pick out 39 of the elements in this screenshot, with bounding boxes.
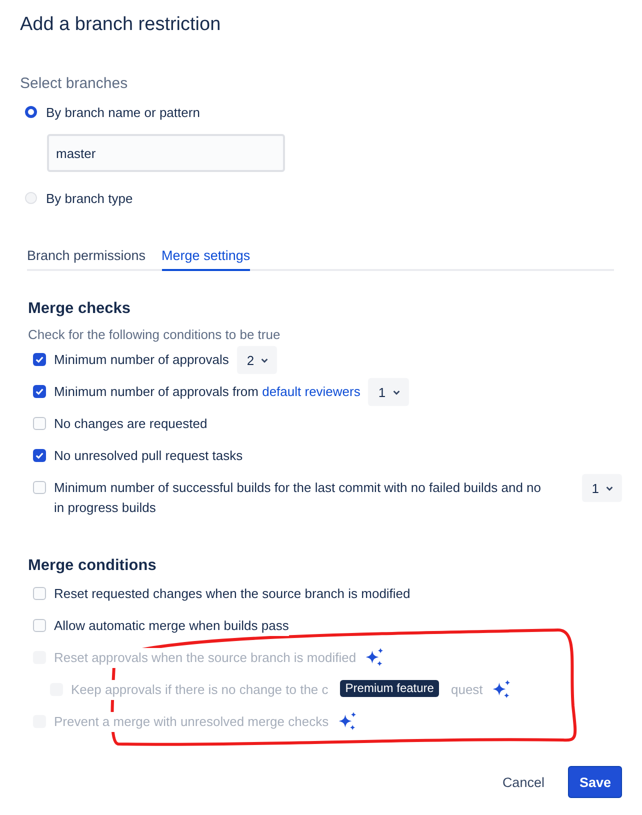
default-reviewers-link[interactable]: default reviewers [262,384,360,399]
checkbox[interactable] [33,417,46,430]
save-button[interactable]: Save [568,766,622,798]
section-heading: Select branches [20,74,129,94]
count-dropdown[interactable]: 1 [368,378,409,406]
tooltip: Premium feature [340,680,439,697]
checkmark-icon [35,355,44,364]
tab[interactable]: Merge settings [162,248,250,271]
count-dropdown[interactable]: 2 [236,346,278,374]
option-label: Prevent a merge with unresolved merge checks [54,712,329,732]
section-description: Check for the following conditions to be true [28,327,282,342]
chevron-down-icon [605,484,614,492]
tab[interactable]: Branch permissions [27,248,146,271]
chevron-down-icon [260,356,270,364]
checkbox[interactable] [33,587,46,600]
checkmark-icon [35,451,44,460]
cancel-button[interactable]: Cancel [492,766,554,798]
option-label: Minimum number of successful builds for the last commit with no failed builds and no in progress builds [54,479,542,517]
checkmark-icon [35,387,44,396]
branch-pattern-field[interactable]: master [47,134,285,172]
checkbox[interactable] [33,619,46,632]
option-label: No changes are requested [54,415,208,433]
dialog-title: Add a branch restriction [20,13,222,37]
option-label: Keep approvals if there is no change to the c [71,680,328,700]
checkbox[interactable] [33,449,46,462]
radio-label: By branch type [46,190,133,206]
checkbox[interactable] [33,385,46,398]
option-label: Minimum number of approvals [54,351,229,369]
section-heading: Merge conditions [28,556,158,576]
option-label: Minimum number of approvals from default reviewers [54,383,360,401]
chevron-down-icon [392,388,401,396]
count-dropdown[interactable]: 1 [582,474,622,502]
checkbox[interactable] [33,353,46,366]
checkbox[interactable] [33,481,46,494]
section-heading: Merge checks [28,299,132,319]
option-label: Reset approvals when the source branch is modified [54,648,356,668]
option-label: No unresolved pull request tasks [54,447,243,465]
radio-button[interactable] [25,106,37,118]
radio-label: By branch name or pattern [46,104,200,120]
